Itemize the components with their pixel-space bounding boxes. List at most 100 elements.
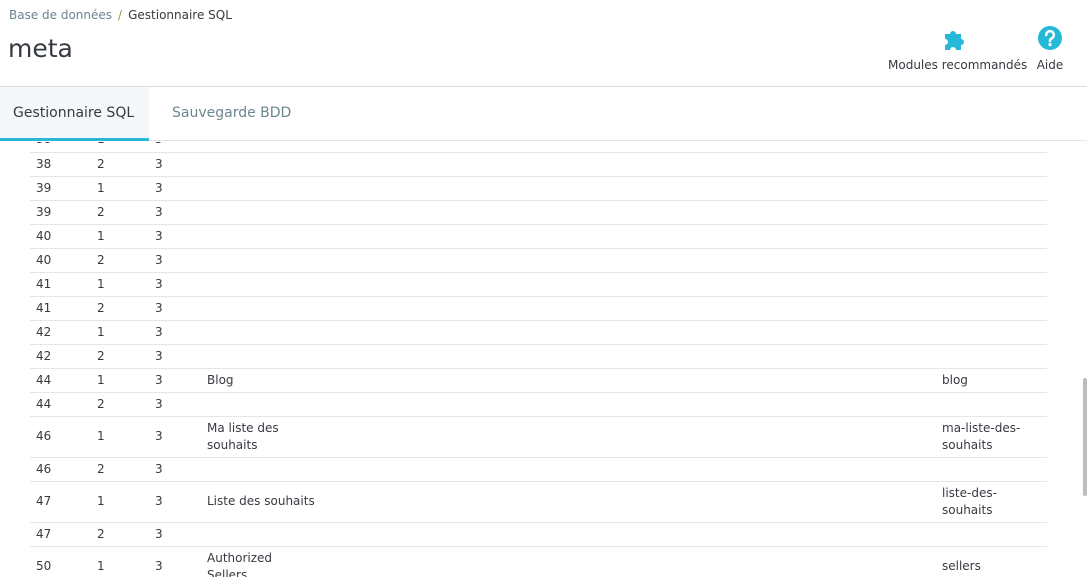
table-cell	[201, 142, 936, 153]
table-cell: 1	[91, 176, 149, 201]
table-cell	[201, 457, 936, 482]
table-row: 40 1 3	[30, 224, 1047, 249]
table-cell: 42	[30, 320, 91, 345]
table-cell: 3	[149, 248, 201, 273]
table-cell	[936, 152, 1047, 177]
table-cell: 1	[91, 224, 149, 249]
table-cell: 42	[30, 344, 91, 369]
table-row: 47 2 3	[30, 522, 1047, 547]
table-cell: 50	[30, 546, 91, 577]
table-cell: blog	[936, 368, 1047, 393]
table-cell	[936, 320, 1047, 345]
table-cell: 3	[149, 142, 201, 153]
table-cell: 1	[91, 320, 149, 345]
table-cell: 1	[91, 142, 149, 153]
table-cell: 44	[30, 392, 91, 417]
table-cell: 40	[30, 224, 91, 249]
table-row: 44 2 3	[30, 392, 1047, 417]
help-circle-icon	[1038, 26, 1062, 50]
table-cell	[936, 457, 1047, 482]
table-cell: 2	[91, 344, 149, 369]
table-cell: 2	[91, 392, 149, 417]
table-cell: 3	[149, 416, 201, 458]
recommended-modules-label: Modules recommandés	[888, 58, 1028, 72]
table-row: 50 1 3 Authorized Sellers sellers	[30, 546, 1047, 577]
table-cell: 44	[30, 368, 91, 393]
table-cell: 2	[91, 522, 149, 547]
table-row: 42 1 3	[30, 320, 1047, 345]
table-cell: 2	[91, 457, 149, 482]
table-row: 40 2 3	[30, 248, 1047, 273]
table-cell: 47	[30, 522, 91, 547]
table-row: 47 1 3 Liste des souhaits liste-des- souhait…	[30, 481, 1047, 523]
table-cell: 3	[149, 224, 201, 249]
table-cell	[936, 176, 1047, 201]
table-cell: Ma liste des souhaits	[201, 416, 936, 458]
table-row: 41 2 3	[30, 296, 1047, 321]
table-cell: 3	[149, 320, 201, 345]
table-cell	[936, 272, 1047, 297]
breadcrumb-current: Gestionnaire SQL	[128, 8, 232, 22]
table-cell: liste-des- souhaits	[936, 481, 1047, 523]
table-cell: 38	[30, 142, 91, 153]
table-cell: 2	[91, 248, 149, 273]
table-cell: Blog	[201, 368, 936, 393]
table-cell	[201, 392, 936, 417]
table-cell	[201, 200, 936, 225]
table-cell: 40	[30, 248, 91, 273]
table-cell: Authorized Sellers	[201, 546, 936, 577]
table-cell	[201, 248, 936, 273]
table-cell	[201, 272, 936, 297]
table-cell: 2	[91, 152, 149, 177]
table-cell	[936, 248, 1047, 273]
table-cell	[201, 176, 936, 201]
puzzle-icon	[945, 31, 964, 50]
table-cell	[201, 152, 936, 177]
table-cell: 3	[149, 176, 201, 201]
table-cell: 41	[30, 296, 91, 321]
table-row: 39 1 3	[30, 176, 1047, 201]
table-cell: 1	[91, 368, 149, 393]
table-cell: 3	[149, 272, 201, 297]
table-cell	[201, 344, 936, 369]
table-row: 41 1 3	[30, 272, 1047, 297]
table-cell: 3	[149, 368, 201, 393]
tab-db-backup[interactable]: Sauvegarde BDD	[172, 87, 291, 141]
table-cell	[936, 200, 1047, 225]
table-cell: 39	[30, 200, 91, 225]
table-cell: 3	[149, 522, 201, 547]
table-cell: 3	[149, 481, 201, 523]
table-cell: 3	[149, 152, 201, 177]
table-cell: Liste des souhaits	[201, 481, 936, 523]
table-cell: 46	[30, 457, 91, 482]
breadcrumb-parent-link[interactable]: Base de données	[9, 8, 112, 22]
table-row: 46 2 3	[30, 457, 1047, 482]
table-cell: 39	[30, 176, 91, 201]
page-header: Base de données / Gestionnaire SQL meta Mo…	[0, 0, 1087, 87]
table-cell: 3	[149, 546, 201, 577]
table-row: 38 2 3	[30, 152, 1047, 177]
table-cell	[936, 296, 1047, 321]
recommended-modules-button[interactable]: Modules recommandés	[888, 24, 1027, 72]
table-cell: 2	[91, 296, 149, 321]
results-panel: 3813382339133923401340234113412342134223…	[0, 142, 1087, 577]
table-row: 3813	[30, 142, 1047, 153]
results-table: 3813382339133923401340234113412342134223…	[30, 142, 1047, 577]
table-cell: 3	[149, 344, 201, 369]
table-row: 39 2 3	[30, 200, 1047, 225]
table-cell: sellers	[936, 546, 1047, 577]
table-cell: 1	[91, 481, 149, 523]
table-cell: 46	[30, 416, 91, 458]
table-cell	[936, 224, 1047, 249]
table-cell	[201, 320, 936, 345]
table-cell	[201, 296, 936, 321]
breadcrumb-separator: /	[118, 8, 123, 22]
table-cell: 3	[149, 296, 201, 321]
scrollbar-thumb[interactable]	[1083, 378, 1087, 496]
page-title: meta	[8, 34, 73, 63]
tab-sql-manager[interactable]: Gestionnaire SQL	[0, 87, 149, 141]
table-cell: 41	[30, 272, 91, 297]
table-cell: 1	[91, 546, 149, 577]
help-button[interactable]: Aide	[1032, 24, 1068, 72]
table-cell: 2	[91, 200, 149, 225]
